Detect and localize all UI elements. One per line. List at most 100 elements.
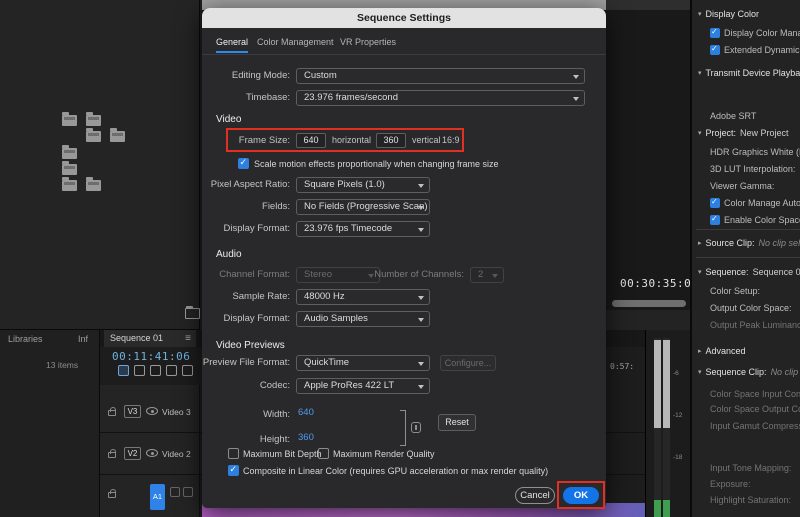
pixel-aspect-select[interactable]: Square Pixels (1.0) [296, 177, 430, 193]
audio-display-format-select[interactable]: Audio Samples [296, 311, 430, 327]
height-value[interactable]: 360 [298, 432, 314, 443]
rp-section-display-color[interactable]: ▾ Display Color [698, 8, 800, 20]
meter-tick-label: -18 [673, 454, 682, 461]
rp-section-project[interactable]: ▾ Project: New Project [698, 127, 800, 139]
codec-label: Codec: [202, 378, 290, 394]
timeline-timecode[interactable]: 00:11:41:06 [112, 350, 190, 363]
rp-item-3d-lut-interpolation[interactable]: 3D LUT Interpolation: [710, 163, 800, 175]
timebase-select[interactable]: 23.976 frames/second [296, 90, 585, 106]
eye-icon[interactable] [146, 407, 158, 415]
scale-motion-checkbox[interactable] [238, 158, 249, 169]
new-bin-icon[interactable] [185, 308, 200, 319]
track-target-v3[interactable]: V3 [124, 405, 141, 418]
bin-icon[interactable] [62, 115, 77, 126]
sample-rate-label: Sample Rate: [202, 289, 290, 305]
lock-icon[interactable] [108, 452, 116, 458]
rp-checkbox-extended-dynamic-range[interactable]: Extended Dynamic Range [710, 44, 800, 56]
frame-height-input[interactable]: 360 [376, 133, 406, 148]
width-label: Width: [202, 407, 290, 423]
program-timecode[interactable]: 00:30:35:08 [620, 277, 698, 290]
max-render-quality-checkbox[interactable] [318, 448, 329, 459]
bin-icon[interactable] [86, 131, 101, 142]
eye-icon[interactable] [146, 449, 158, 457]
dimension-bracket [400, 410, 406, 446]
fields-label: Fields: [202, 199, 290, 215]
rp-item-hdr-graphics-white[interactable]: HDR Graphics White (Nits): [710, 146, 800, 158]
preview-file-format-label: Preview File Format: [202, 355, 290, 371]
dropdown-caret-icon [418, 228, 424, 232]
video-display-format-select[interactable]: 23.976 fps Timecode [296, 221, 430, 237]
lock-icon[interactable] [108, 410, 116, 416]
fields-select[interactable]: No Fields (Progressive Scan) [296, 199, 430, 215]
tab-general[interactable]: General [216, 37, 248, 53]
timeline-settings-icon[interactable] [166, 365, 177, 376]
preview-file-format-select[interactable]: QuickTime [296, 355, 430, 371]
rp-item-color-space-output-conversion: Color Space Output Conversio [710, 403, 800, 415]
rp-section-value: Sequence 01 [753, 267, 800, 277]
bin-icon[interactable] [62, 148, 77, 159]
timeline-search-icon[interactable] [182, 365, 193, 376]
chevron-right-icon: ▸ [698, 347, 702, 355]
panel-menu-icon[interactable]: ≡ [185, 330, 191, 347]
tab-color-management[interactable]: Color Management [257, 37, 334, 51]
rp-item-label: Input Tone Mapping: [710, 463, 791, 473]
snap-icon[interactable] [118, 365, 129, 376]
dialog-title[interactable]: Sequence Settings [202, 8, 606, 28]
rp-section-sequence[interactable]: ▾ Sequence: Sequence 01 [698, 266, 800, 278]
number-of-channels-select: 2 [470, 267, 504, 283]
rp-checkbox-display-color-management[interactable]: Display Color Managem [710, 27, 800, 39]
rp-section-sequence-clip[interactable]: ▾ Sequence Clip: No clip selected [698, 366, 800, 378]
rp-checkbox-label: Enable Color Space Awar [724, 215, 800, 225]
track-target-a1[interactable]: A1 [150, 484, 165, 510]
rp-item-label: Color Space Input Conversion [710, 389, 800, 399]
rp-section-label: Advanced [706, 346, 746, 356]
ok-button[interactable]: OK [563, 487, 599, 504]
track-target-v2[interactable]: V2 [124, 447, 141, 460]
lock-icon[interactable] [108, 492, 116, 498]
rp-checkbox-enable-color-space-aware[interactable]: Enable Color Space Awar [710, 214, 800, 226]
tab-sequence-01[interactable]: Sequence 01 ≡ [104, 330, 196, 347]
tab-libraries[interactable]: Libraries [8, 334, 43, 344]
rp-item-label: Output Peak Luminance: [710, 320, 800, 330]
codec-select[interactable]: Apple ProRes 422 LT [296, 378, 430, 394]
rp-section-advanced[interactable]: ▸ Advanced [698, 345, 800, 357]
editing-mode-select[interactable]: Custom [296, 68, 585, 84]
cancel-button[interactable]: Cancel [515, 487, 555, 504]
add-marker-icon[interactable] [150, 365, 161, 376]
bin-icon[interactable] [86, 180, 101, 191]
track-name-v2[interactable]: Video 2 [162, 449, 191, 459]
sequence-tab-label: Sequence 01 [110, 333, 163, 343]
track-name-v3[interactable]: Video 3 [162, 407, 191, 417]
tab-vr-properties[interactable]: VR Properties [340, 37, 396, 51]
rp-section-transmit-device-playback[interactable]: ▾ Transmit Device Playback [698, 67, 800, 79]
composite-linear-checkbox[interactable] [228, 465, 239, 476]
rp-section-source-clip[interactable]: ▸ Source Clip: No clip selected [698, 237, 800, 249]
width-value[interactable]: 640 [298, 407, 314, 418]
solo-button[interactable] [183, 487, 193, 497]
frame-width-input[interactable]: 640 [296, 133, 326, 148]
rp-item-output-color-space[interactable]: Output Color Space: [710, 302, 800, 314]
bin-icon[interactable] [86, 115, 101, 126]
mute-button[interactable] [170, 487, 180, 497]
rp-checkbox-color-manage-auto-detect[interactable]: Color Manage Auto Detec [710, 197, 800, 209]
reset-button[interactable]: Reset [438, 414, 476, 431]
rp-item-color-setup[interactable]: Color Setup: [710, 285, 800, 297]
rp-item-highlight-saturation: Highlight Saturation: [710, 494, 800, 506]
bin-icon[interactable] [62, 164, 77, 175]
aspect-ratio-label: 16:9 [442, 133, 460, 148]
bin-icon[interactable] [110, 131, 125, 142]
video-display-format-value: 23.976 fps Timecode [304, 223, 392, 234]
bin-icon[interactable] [62, 180, 77, 191]
dropdown-caret-icon [418, 296, 424, 300]
tab-info[interactable]: Inf [78, 334, 88, 344]
monitor-zoom-scrollbar[interactable] [612, 300, 686, 307]
link-dimensions-icon[interactable] [411, 422, 421, 433]
linked-selection-icon[interactable] [134, 365, 145, 376]
rp-item-viewer-gamma[interactable]: Viewer Gamma: [710, 180, 800, 192]
rp-section-value: New Project [740, 128, 789, 138]
chevron-down-icon: ▾ [698, 268, 702, 276]
sample-rate-select[interactable]: 48000 Hz [296, 289, 430, 305]
rp-item-label: 3D LUT Interpolation: [710, 164, 795, 174]
max-bit-depth-checkbox[interactable] [228, 448, 239, 459]
rp-item-adobe-srt[interactable]: Adobe SRT [710, 110, 800, 122]
